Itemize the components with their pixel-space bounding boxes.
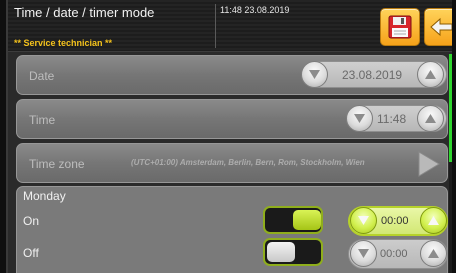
- timezone-label: Time zone: [29, 157, 85, 171]
- chevron-down-icon: [358, 216, 369, 225]
- save-button[interactable]: [380, 8, 420, 46]
- chevron-down-icon: [358, 249, 369, 258]
- header-bar: Time / date / timer mode ** Service tech…: [8, 0, 452, 52]
- user-level-label: ** Service technician **: [14, 38, 113, 48]
- date-increment-button[interactable]: [417, 61, 444, 88]
- off-time-value: 00:00: [380, 248, 408, 260]
- on-time-increment-button[interactable]: [420, 207, 447, 234]
- chevron-down-icon: [309, 70, 320, 79]
- schedule-group-monday: Monday On 00:00 Off 00:00: [16, 186, 448, 273]
- time-increment-button[interactable]: [417, 105, 444, 132]
- time-value: 11:48: [377, 112, 407, 126]
- time-label: Time: [29, 113, 56, 127]
- time-decrement-button[interactable]: [346, 105, 373, 132]
- date-row: Date 23.08.2019: [16, 55, 448, 95]
- timezone-value: (UTC+01:00) Amsterdam, Berlin, Bern, Rom…: [131, 158, 365, 167]
- off-label: Off: [23, 246, 39, 260]
- play-arrow-icon[interactable]: [417, 151, 441, 177]
- on-time-value: 00:00: [381, 215, 409, 227]
- timezone-row[interactable]: Time zone (UTC+01:00) Amsterdam, Berlin,…: [16, 143, 448, 183]
- date-decrement-button[interactable]: [301, 61, 328, 88]
- toggle-knob: [293, 210, 321, 230]
- date-value: 23.08.2019: [342, 68, 403, 82]
- on-time-decrement-button[interactable]: [350, 207, 377, 234]
- back-arrow-icon: [430, 17, 452, 37]
- current-datetime: 11:48 23.08.2019: [220, 5, 290, 15]
- on-toggle[interactable]: [263, 206, 323, 234]
- date-label: Date: [29, 69, 55, 83]
- chevron-up-icon: [425, 70, 436, 79]
- schedule-day-title: Monday: [23, 189, 66, 203]
- screen-frame: Time / date / timer mode ** Service tech…: [6, 0, 452, 273]
- time-row: Time 11:48: [16, 99, 448, 139]
- chevron-up-icon: [425, 114, 436, 123]
- header-divider: [215, 4, 216, 48]
- floppy-disk-icon: [388, 15, 412, 39]
- toggle-knob: [267, 242, 295, 262]
- page-title: Time / date / timer mode: [14, 5, 155, 20]
- off-toggle[interactable]: [263, 238, 323, 266]
- chevron-up-icon: [428, 216, 439, 225]
- off-time-decrement-button[interactable]: [350, 240, 377, 267]
- scrollbar[interactable]: [449, 54, 452, 273]
- chevron-up-icon: [428, 249, 439, 258]
- on-label: On: [23, 214, 40, 228]
- back-button[interactable]: [424, 8, 452, 46]
- off-time-increment-button[interactable]: [420, 240, 447, 267]
- scrollbar-thumb[interactable]: [449, 54, 452, 162]
- chevron-down-icon: [354, 114, 365, 123]
